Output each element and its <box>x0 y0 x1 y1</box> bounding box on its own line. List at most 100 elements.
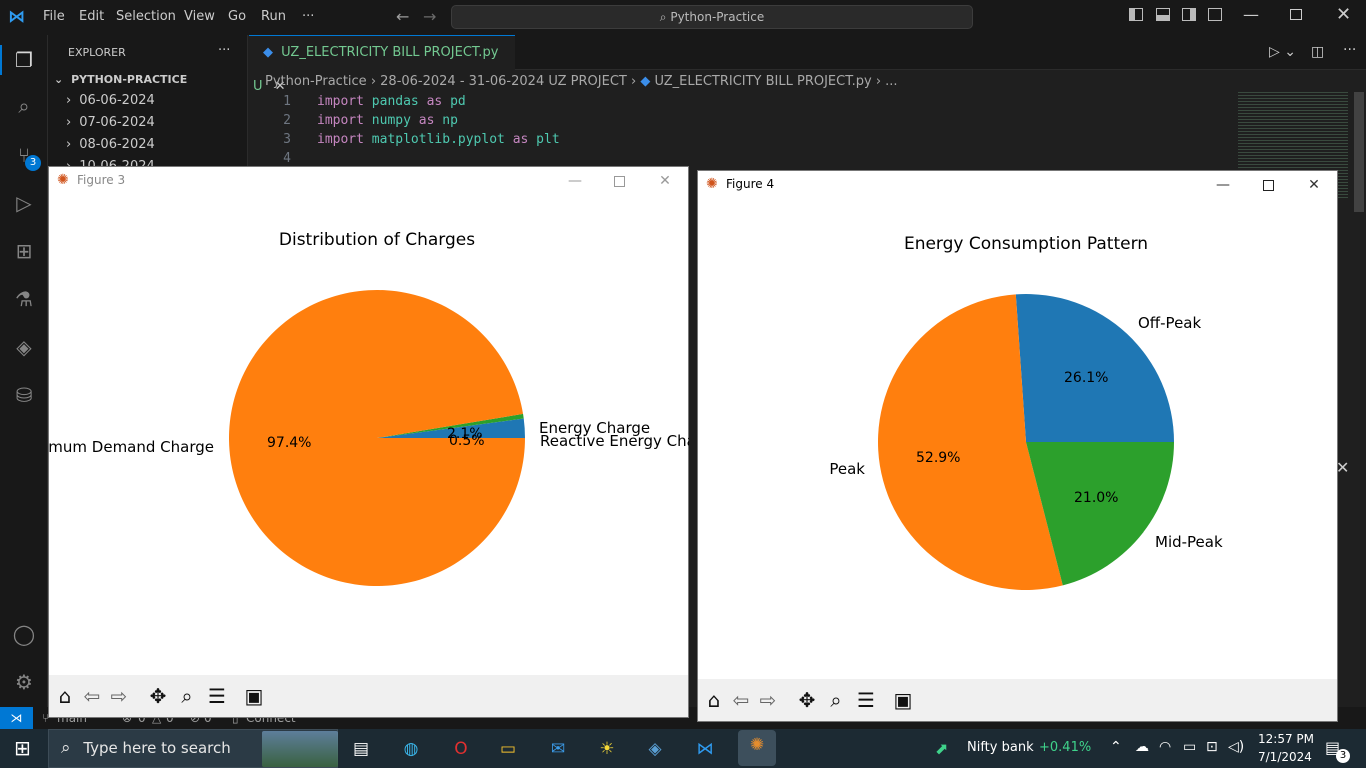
command-center-search[interactable]: ⌕ Python-Practice <box>451 5 973 29</box>
breadcrumb-item[interactable]: Python-Practice <box>265 74 367 89</box>
folder-item[interactable]: › 10-06-2024 <box>48 156 247 166</box>
volume-icon[interactable]: ◁) <box>1228 739 1244 755</box>
panel-close-icon[interactable]: ✕ <box>1336 458 1349 477</box>
remote-icon[interactable]: ⋊ <box>0 707 33 729</box>
toggle-secondary-sidebar-icon[interactable] <box>1182 8 1196 21</box>
toggle-panel-icon[interactable] <box>1156 8 1170 21</box>
jupyter-icon[interactable]: ☀ <box>592 734 622 764</box>
python-icon[interactable]: ◈ <box>11 334 37 360</box>
menu-file[interactable]: File <box>43 9 65 24</box>
edge-icon[interactable]: ◍ <box>396 734 426 764</box>
project-root[interactable]: ⌄ PYTHON-PRACTICE <box>48 69 247 91</box>
menu-run[interactable]: Run <box>261 9 286 24</box>
zoom-icon[interactable]: ⌕ <box>823 687 849 713</box>
maximize-icon[interactable] <box>609 171 629 191</box>
extensions-icon[interactable]: ⊞ <box>11 238 37 264</box>
opera-icon[interactable]: O <box>446 734 476 764</box>
folder-item[interactable]: › 06-06-2024 <box>48 90 247 112</box>
accounts-icon[interactable]: ◯ <box>11 621 37 647</box>
line-number: 4 <box>283 151 291 163</box>
menu-view[interactable]: View <box>184 9 215 24</box>
minimize-icon[interactable]: — <box>1243 5 1259 24</box>
nav-forward-icon[interactable]: → <box>423 7 436 26</box>
figure3-window: ✺ Figure 3 — ✕ Distribution of Charges E… <box>48 166 689 718</box>
slice-label-max-demand: ximum Demand Charge <box>49 438 214 456</box>
more-actions-icon[interactable]: ··· <box>1343 42 1356 58</box>
search-icon[interactable]: ⌕ <box>11 93 37 119</box>
save-icon[interactable]: ▣ <box>890 687 916 713</box>
close-icon[interactable]: ✕ <box>655 171 675 191</box>
run-debug-icon[interactable]: ▷ <box>11 190 37 216</box>
customize-layout-icon[interactable] <box>1208 8 1222 21</box>
breadcrumb-item[interactable]: ... <box>885 74 897 89</box>
minimize-icon[interactable]: — <box>565 171 585 191</box>
notification-count: 3 <box>1336 749 1350 763</box>
testing-icon[interactable]: ⚗ <box>11 286 37 312</box>
restore-icon[interactable] <box>1290 9 1302 20</box>
pan-icon[interactable]: ✥ <box>145 683 171 709</box>
folder-item[interactable]: › 07-06-2024 <box>48 112 247 134</box>
ticker-change[interactable]: +0.41% <box>1039 740 1091 755</box>
windows-start-icon[interactable]: ⊞ <box>14 736 31 760</box>
matplotlib-taskbar-icon[interactable]: ✺ <box>738 730 776 766</box>
back-icon[interactable]: ⇦ <box>728 687 754 713</box>
code-line[interactable]: 1 import pandas as pd <box>249 92 466 111</box>
clock-date[interactable]: 7/1/2024 <box>1258 750 1312 764</box>
cloud-icon[interactable]: ☁ <box>1135 739 1149 755</box>
close-window-icon[interactable]: ✕ <box>1336 4 1351 25</box>
clock-time[interactable]: 12:57 PM <box>1258 732 1314 746</box>
breadcrumb-item[interactable]: UZ_ELECTRICITY BILL PROJECT.py <box>654 74 871 89</box>
figure4-titlebar: ✺ Figure 4 — ✕ <box>698 171 1337 199</box>
toggle-sidebar-icon[interactable] <box>1129 8 1143 21</box>
figure4-chart: Energy Consumption Pattern Off-Peak Peak… <box>829 234 1223 591</box>
pan-icon[interactable]: ✥ <box>794 687 820 713</box>
tab-electricity-bill[interactable]: ◆ UZ_ELECTRICITY BILL PROJECT.py U ✕ <box>249 35 515 94</box>
code-line[interactable]: 2 import numpy as np <box>249 111 458 130</box>
home-icon[interactable]: ⌂ <box>701 687 727 713</box>
keyword: import <box>317 113 364 128</box>
wifi-icon[interactable]: ◠ <box>1159 739 1171 755</box>
breadcrumb-item[interactable]: 28-06-2024 - 31-06-2024 UZ PROJECT <box>380 74 627 89</box>
configure-subplots-icon[interactable]: ☰ <box>204 683 230 709</box>
home-icon[interactable]: ⌂ <box>52 683 78 709</box>
menu-edit[interactable]: Edit <box>79 9 104 24</box>
folder-item[interactable]: › 08-06-2024 <box>48 134 247 156</box>
configure-subplots-icon[interactable]: ☰ <box>853 687 879 713</box>
chart-title: Energy Consumption Pattern <box>904 234 1148 254</box>
pct-label-mid-peak: 21.0% <box>1074 490 1118 506</box>
zoom-icon[interactable]: ⌕ <box>174 683 200 709</box>
forward-icon[interactable]: ⇨ <box>755 687 781 713</box>
python-app-icon[interactable]: ◈ <box>640 734 670 764</box>
close-icon[interactable]: ✕ <box>1304 175 1324 195</box>
back-icon[interactable]: ⇦ <box>79 683 105 709</box>
split-editor-icon[interactable]: ◫ <box>1311 44 1324 60</box>
mail-icon[interactable]: ✉ <box>543 734 573 764</box>
explorer-more-button[interactable]: ··· <box>218 43 230 58</box>
pie-slices <box>877 293 1174 591</box>
task-view-icon[interactable]: ▤ <box>346 734 376 764</box>
explorer-icon[interactable]: ❐ <box>11 47 37 73</box>
forward-icon[interactable]: ⇨ <box>106 683 132 709</box>
database-icon[interactable]: ⛁ <box>11 382 37 408</box>
settings-gear-icon[interactable]: ⚙ <box>11 669 37 695</box>
file-explorer-icon[interactable]: ▭ <box>493 734 523 764</box>
save-icon[interactable]: ▣ <box>241 683 267 709</box>
pct-label-max-demand: 97.4% <box>267 435 311 451</box>
minimize-icon[interactable]: — <box>1213 175 1233 195</box>
vscode-taskbar-icon[interactable]: ⋈ <box>690 734 720 764</box>
scrollbar[interactable] <box>1354 92 1364 212</box>
breadcrumb: Python-Practice › 28-06-2024 - 31-06-202… <box>265 74 898 89</box>
maximize-icon[interactable] <box>1258 175 1278 195</box>
nav-back-icon[interactable]: ← <box>396 7 409 26</box>
code-line[interactable]: 4 <box>249 149 317 163</box>
run-file-icon[interactable]: ▷ ⌄ <box>1269 44 1296 60</box>
menu-selection[interactable]: Selection <box>116 9 176 24</box>
menu-go[interactable]: Go <box>228 9 246 24</box>
module-name: matplotlib.pyplot <box>371 132 505 147</box>
code-line[interactable]: 3 import matplotlib.pyplot as plt <box>249 130 559 149</box>
camera-icon[interactable]: ⊡ <box>1206 739 1218 755</box>
battery-icon[interactable]: ▭ <box>1183 739 1196 755</box>
ticker-name[interactable]: Nifty bank <box>967 740 1034 755</box>
menu-more[interactable]: ··· <box>302 9 314 24</box>
show-hidden-icons-icon[interactable]: ⌃ <box>1110 739 1122 755</box>
